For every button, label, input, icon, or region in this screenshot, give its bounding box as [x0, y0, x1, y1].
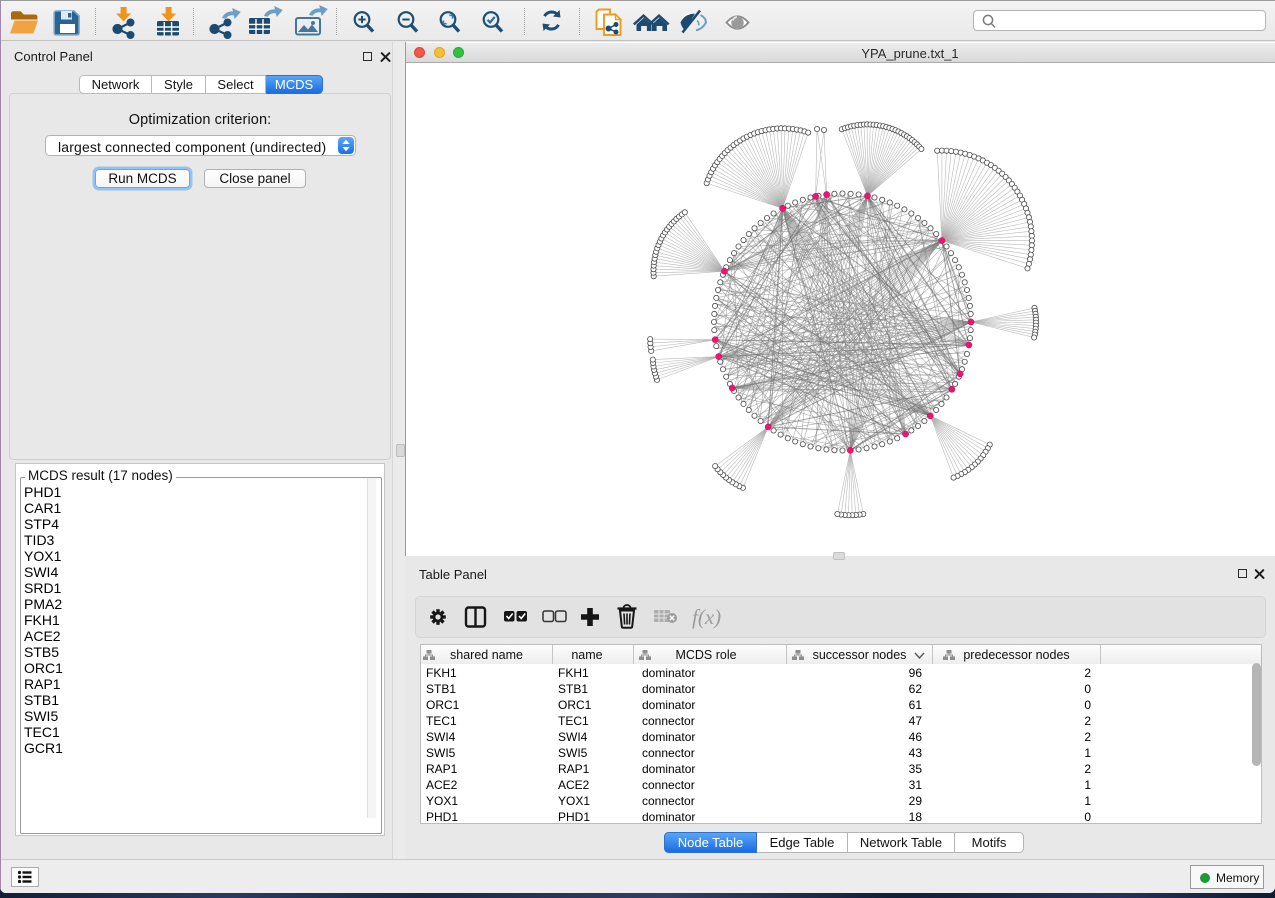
- svg-text:f(x): f(x): [692, 605, 721, 629]
